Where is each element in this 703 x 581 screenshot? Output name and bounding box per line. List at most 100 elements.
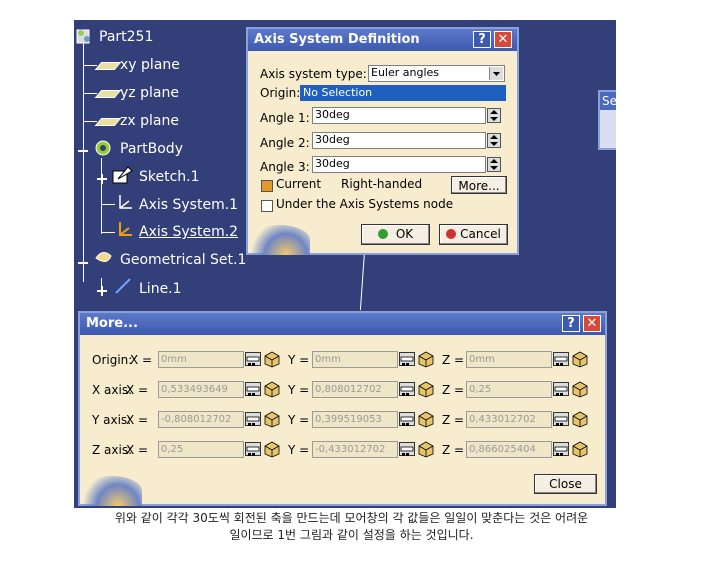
help-button[interactable]: ? xyxy=(562,315,580,332)
calculator-icon[interactable] xyxy=(245,442,261,456)
angle2-input[interactable]: 30deg xyxy=(312,132,486,149)
angle1-input[interactable]: 30deg xyxy=(312,107,486,124)
angle3-input[interactable]: 30deg xyxy=(312,156,486,173)
axis-type-select[interactable]: Euler angles xyxy=(368,65,505,82)
angle2-spinner[interactable] xyxy=(487,133,501,148)
plane-icon xyxy=(94,90,122,98)
z-equals-label: Z = xyxy=(442,443,465,457)
formula-cube-icon[interactable] xyxy=(262,380,282,398)
close-dialog-button[interactable]: Close xyxy=(534,474,597,494)
tree-item-yz-plane[interactable]: yz plane xyxy=(120,84,179,102)
angle3-spinner[interactable] xyxy=(487,157,501,172)
more-x-field[interactable]: -0,808012702 xyxy=(158,411,244,428)
side-panel[interactable]: Se xyxy=(598,90,616,150)
more-z-field[interactable]: 0,433012702 xyxy=(466,411,552,428)
angle1-spinner[interactable] xyxy=(487,108,501,123)
angle3-label: Angle 3: xyxy=(260,160,310,174)
tree-connector xyxy=(101,204,115,205)
more-z-field[interactable]: 0,25 xyxy=(466,381,552,398)
calculator-icon[interactable] xyxy=(553,442,569,456)
more-y-field[interactable]: 0,399519053 xyxy=(312,411,398,428)
more-y-field[interactable]: 0mm xyxy=(312,351,398,368)
z-equals-label: Z = xyxy=(442,413,465,427)
calculator-icon[interactable] xyxy=(399,352,415,366)
formula-cube-icon[interactable] xyxy=(570,380,590,398)
formula-cube-icon[interactable] xyxy=(262,410,282,428)
more-x-field[interactable]: 0,25 xyxy=(158,441,244,458)
more-row-label: Origin: xyxy=(92,353,133,367)
formula-cube-icon[interactable] xyxy=(416,350,436,368)
expand-icon[interactable] xyxy=(96,170,108,184)
more-y-field[interactable]: -0,433012702 xyxy=(312,441,398,458)
dialog-logo-glow xyxy=(82,476,142,506)
formula-cube-icon[interactable] xyxy=(262,350,282,368)
cancel-label: Cancel xyxy=(460,227,501,241)
more-z-field[interactable]: 0mm xyxy=(466,351,552,368)
more-z-field[interactable]: 0,866025404 xyxy=(466,441,552,458)
part-icon xyxy=(76,27,92,45)
chevron-down-icon[interactable] xyxy=(489,67,503,80)
under-node-checkbox[interactable] xyxy=(261,200,273,212)
calculator-icon[interactable] xyxy=(245,412,261,426)
formula-cube-icon[interactable] xyxy=(416,440,436,458)
calculator-icon[interactable] xyxy=(245,382,261,396)
calculator-icon[interactable] xyxy=(399,382,415,396)
tree-connector xyxy=(83,93,97,94)
axis-type-label: Axis system type: xyxy=(260,67,367,81)
tree-item-axis-system-2[interactable]: Axis System.2 xyxy=(139,223,238,241)
plane-icon xyxy=(94,62,122,70)
tree-item-partbody[interactable]: PartBody xyxy=(120,140,183,158)
formula-cube-icon[interactable] xyxy=(570,440,590,458)
more-title: More... xyxy=(86,316,138,331)
tree-item-line[interactable]: Line.1 xyxy=(139,280,182,298)
collapse-icon[interactable] xyxy=(77,142,89,154)
angle2-label: Angle 2: xyxy=(260,136,310,150)
tree-item-xy-plane[interactable]: xy plane xyxy=(120,56,180,74)
ok-icon xyxy=(377,229,388,239)
plane-icon xyxy=(94,118,122,126)
close-button[interactable]: ✕ xyxy=(583,315,601,332)
tree-item-part[interactable]: Part251 xyxy=(99,28,153,46)
x-equals-label: X = xyxy=(126,443,149,457)
more-dialog: More... ? ✕ Origin: X = 0mm Y = 0mm Z = 0mm X a… xyxy=(78,311,607,506)
calculator-icon[interactable] xyxy=(245,352,261,366)
calculator-icon[interactable] xyxy=(399,442,415,456)
expand-icon[interactable] xyxy=(96,282,108,296)
x-equals-label: X = xyxy=(126,413,149,427)
x-equals-label: X = xyxy=(126,383,149,397)
side-panel-title: Se xyxy=(600,92,616,110)
cancel-icon xyxy=(446,229,457,239)
more-title-bar[interactable]: More... xyxy=(80,313,605,335)
tree-item-geometrical-set[interactable]: Geometrical Set.1 xyxy=(120,251,246,269)
axis-system-icon xyxy=(116,193,134,211)
formula-cube-icon[interactable] xyxy=(416,380,436,398)
tree-item-zx-plane[interactable]: zx plane xyxy=(120,112,179,130)
current-checkbox[interactable] xyxy=(261,180,273,192)
more-x-field[interactable]: 0mm xyxy=(158,351,244,368)
close-button[interactable]: ✕ xyxy=(494,31,512,48)
cancel-button[interactable]: Cancel xyxy=(439,224,508,245)
tree-item-axis-system-1[interactable]: Axis System.1 xyxy=(139,196,238,214)
help-button[interactable]: ? xyxy=(473,31,491,48)
ok-button[interactable]: OK xyxy=(361,224,430,245)
calculator-icon[interactable] xyxy=(553,352,569,366)
tree-connector xyxy=(83,65,97,66)
formula-cube-icon[interactable] xyxy=(570,410,590,428)
tree-item-sketch[interactable]: Sketch.1 xyxy=(139,168,200,186)
origin-field[interactable]: No Selection xyxy=(300,85,506,101)
formula-cube-icon[interactable] xyxy=(416,410,436,428)
formula-cube-icon[interactable] xyxy=(570,350,590,368)
formula-cube-icon[interactable] xyxy=(262,440,282,458)
collapse-icon[interactable] xyxy=(77,254,89,266)
geometrical-set-icon xyxy=(93,248,115,268)
y-equals-label: Y = xyxy=(288,443,310,457)
calculator-icon[interactable] xyxy=(399,412,415,426)
y-equals-label: Y = xyxy=(288,353,310,367)
calculator-icon[interactable] xyxy=(553,412,569,426)
more-x-field[interactable]: 0,533493649 xyxy=(158,381,244,398)
calculator-icon[interactable] xyxy=(553,382,569,396)
y-equals-label: Y = xyxy=(288,383,310,397)
more-button[interactable]: More... xyxy=(451,176,507,194)
more-y-field[interactable]: 0,808012702 xyxy=(312,381,398,398)
right-handed-label: Right-handed xyxy=(341,177,423,191)
